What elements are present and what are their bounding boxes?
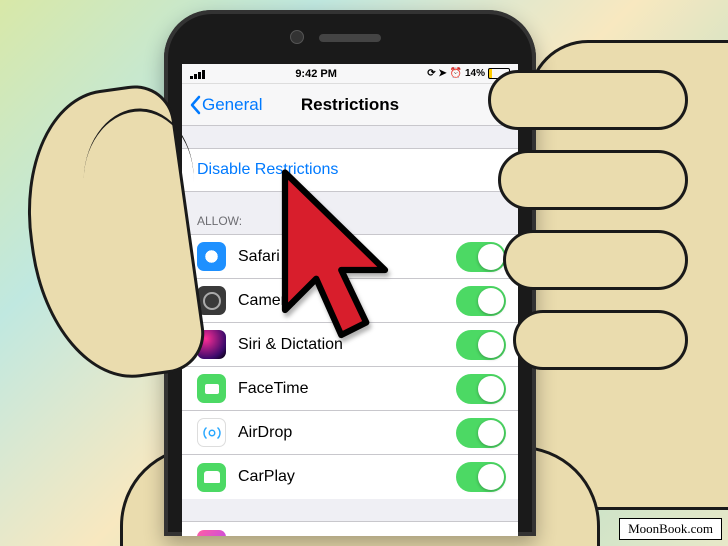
nav-bar: General Restrictions: [182, 84, 518, 126]
row-carplay: CarPlay: [182, 455, 518, 499]
toggle-airdrop[interactable]: [456, 418, 506, 448]
toggle-siri[interactable]: [456, 330, 506, 360]
row-label: AirDrop: [238, 424, 456, 442]
toggle-safari[interactable]: [456, 242, 506, 272]
row-label: iTunes Store: [238, 535, 506, 536]
allow-list-2: iTunes Store: [182, 521, 518, 536]
row-facetime: FaceTime: [182, 367, 518, 411]
airdrop-icon: [197, 418, 226, 447]
hand-finger: [498, 150, 688, 210]
row-label: Camera: [238, 292, 456, 310]
signal-strength-icon: [190, 69, 205, 79]
row-label: Siri & Dictation: [238, 336, 456, 354]
row-siri: Siri & Dictation: [182, 323, 518, 367]
disable-restrictions-button[interactable]: Disable Restrictions: [182, 148, 518, 192]
battery-percent: 14%: [465, 68, 485, 79]
hand-finger: [503, 230, 688, 290]
hand-finger: [513, 310, 688, 370]
chevron-left-icon: [188, 95, 202, 115]
phone-speaker: [319, 34, 381, 42]
itunes-store-icon: [197, 530, 226, 537]
hand-finger: [488, 70, 688, 130]
toggle-carplay[interactable]: [456, 462, 506, 492]
status-bar: 9:42 PM ⟳ ➤ ⏰ 14%: [182, 64, 518, 84]
row-airdrop: AirDrop: [182, 411, 518, 455]
back-label: General: [202, 95, 262, 115]
back-button[interactable]: General: [182, 95, 262, 115]
settings-content[interactable]: Disable Restrictions Allow: Safari Camer…: [182, 126, 518, 536]
row-itunes: iTunes Store: [182, 522, 518, 536]
phone-screen: 9:42 PM ⟳ ➤ ⏰ 14% General Restrictions D…: [182, 64, 518, 536]
row-safari: Safari: [182, 235, 518, 279]
toggle-camera[interactable]: [456, 286, 506, 316]
facetime-icon: [197, 374, 226, 403]
illustration-scene: 9:42 PM ⟳ ➤ ⏰ 14% General Restrictions D…: [0, 0, 728, 546]
allow-list: Safari Camera Siri & Dictation: [182, 234, 518, 499]
toggle-facetime[interactable]: [456, 374, 506, 404]
row-label: CarPlay: [238, 468, 456, 486]
safari-icon: [197, 242, 226, 271]
watermark: MoonBook.com: [619, 518, 722, 540]
row-label: Safari: [238, 248, 456, 266]
row-label: FaceTime: [238, 380, 456, 398]
iphone-device: 9:42 PM ⟳ ➤ ⏰ 14% General Restrictions D…: [164, 10, 536, 536]
row-camera: Camera: [182, 279, 518, 323]
status-time: 9:42 PM: [205, 68, 427, 80]
section-header-allow: Allow:: [182, 192, 518, 234]
status-indicator-icons: ⟳ ➤ ⏰: [427, 68, 462, 79]
carplay-icon: [197, 463, 226, 492]
phone-camera-dot: [290, 30, 304, 44]
